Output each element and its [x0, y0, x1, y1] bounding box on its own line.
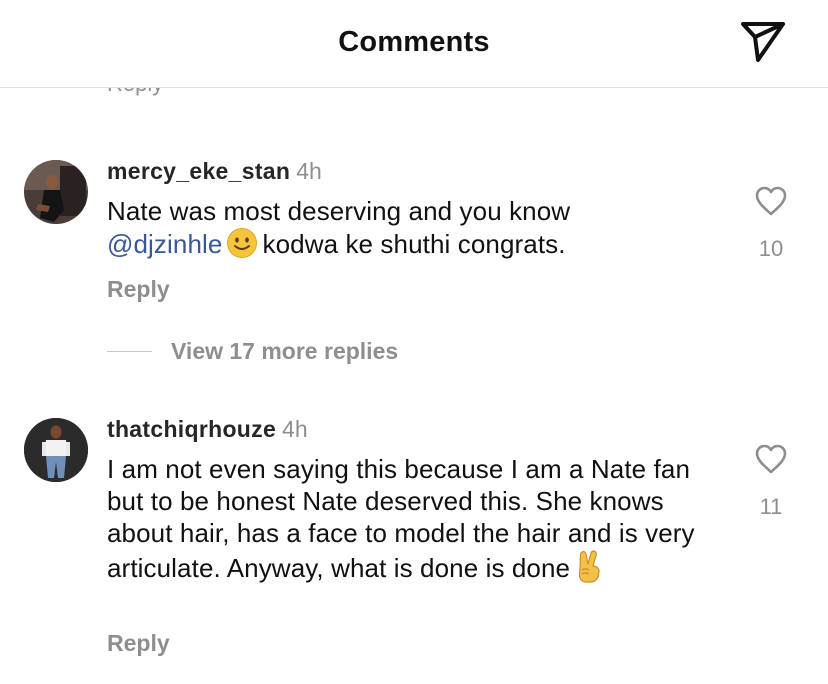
slightly-smiling-face-icon [226, 227, 258, 266]
timestamp: 4h [296, 158, 322, 184]
username[interactable]: thatchiqrhouze [107, 416, 276, 442]
avatar-photo [24, 160, 88, 224]
comment-text: Nate was most deserving and you know @dj… [107, 195, 717, 266]
view-replies-label: View 17 more replies [171, 337, 399, 364]
page-title: Comments [338, 26, 490, 58]
avatar[interactable] [24, 418, 88, 482]
like-count: 11 [759, 494, 783, 519]
send-icon[interactable] [740, 20, 786, 64]
comments-sheet: Comments Reply mercy_eke_stan4h Nate was… [0, 0, 828, 684]
reply-button[interactable]: Reply [107, 630, 170, 657]
comment-text-part: kodwa ke shuthi congrats. [262, 229, 566, 259]
comment-text-body: I am not even saying this because I am a… [107, 454, 695, 583]
comment-text-part: Nate was most deserving and you know [107, 196, 571, 226]
comment-meta: thatchiqrhouze 4h [107, 416, 308, 443]
comment-meta: mercy_eke_stan 4h [107, 158, 322, 185]
comment-text: I am not even saying this because I am a… [107, 453, 707, 590]
username[interactable]: mercy_eke_stan [107, 158, 290, 184]
like-heart-icon[interactable] [754, 443, 788, 475]
comments-header: Comments [0, 0, 828, 88]
reply-button[interactable]: Reply [107, 276, 170, 303]
avatar-photo [24, 418, 88, 482]
avatar[interactable] [24, 160, 88, 224]
replies-divider [107, 350, 152, 352]
like-count: 10 [758, 236, 784, 261]
view-more-replies-button[interactable]: View 17 more replies [107, 336, 398, 366]
like-heart-icon[interactable] [754, 185, 788, 217]
victory-hand-icon [574, 549, 604, 590]
timestamp: 4h [282, 416, 308, 442]
mention-link[interactable]: @djzinhle [107, 229, 222, 259]
